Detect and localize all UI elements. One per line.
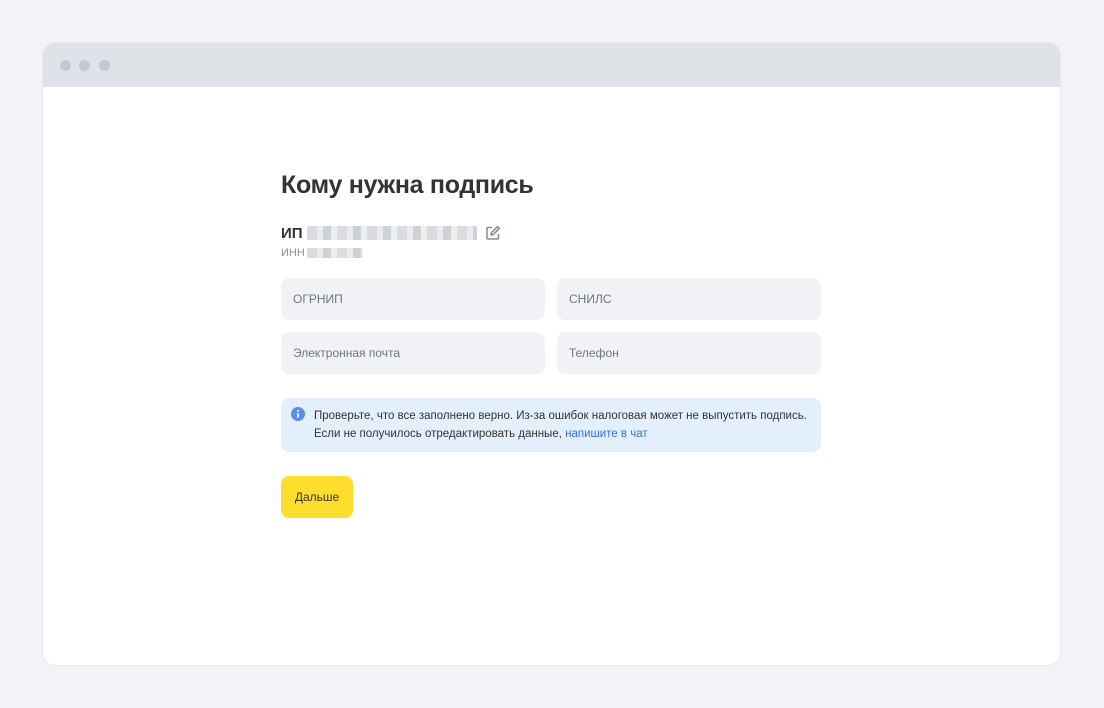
info-notice: Проверьте, что все заполнено верно. Из-з… [281,398,821,452]
window-close-dot[interactable] [60,60,71,71]
notice-line-2: Если не получилось отредактировать данны… [314,425,809,443]
info-icon [291,407,305,421]
entity-name-redacted [306,226,477,240]
entity-type: ИП [281,224,303,242]
window-minimize-dot[interactable] [79,60,90,71]
next-button[interactable]: Дальше [281,476,353,518]
entity-row: ИП [281,224,501,242]
window-maximize-dot[interactable] [99,60,110,71]
phone-input[interactable] [557,332,821,374]
page-title: Кому нужна подпись [281,171,534,199]
notice-line-2-text: Если не получилось отредактировать данны… [314,428,566,440]
inn-value-redacted [306,248,363,258]
window-titlebar [43,43,1060,87]
inn-label: ИНН [281,247,305,259]
email-input[interactable] [281,332,545,374]
inn-row: ИНН [281,246,363,260]
chat-link[interactable]: напишите в чат [565,428,647,440]
browser-window: Кому нужна подпись ИП ИНН ОГРНИП СНИЛС Э… [43,43,1060,665]
edit-icon[interactable] [485,225,501,241]
snils-input[interactable] [557,278,821,320]
notice-line-1: Проверьте, что все заполнено верно. Из-з… [314,410,807,422]
ogrnip-input[interactable] [281,278,545,320]
